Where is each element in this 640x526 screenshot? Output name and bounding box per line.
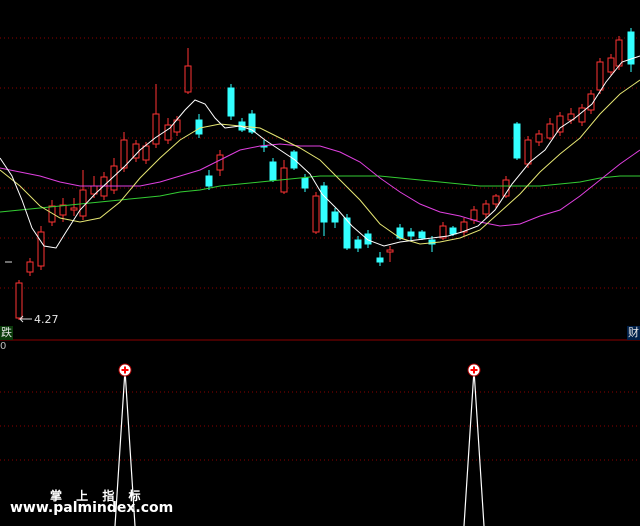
candle-body: [120, 139, 128, 169]
candle-body: [216, 154, 224, 171]
candle-body: [354, 239, 362, 249]
left-tag: 跌: [0, 326, 13, 340]
candle-body: [59, 204, 67, 216]
candle-body: [607, 57, 615, 73]
candle-body: [195, 119, 203, 135]
candlestick-series: [15, 28, 635, 320]
candle-body: [290, 151, 298, 169]
candle-body: [492, 195, 500, 205]
candle-body: [376, 257, 384, 263]
candle-body: [386, 249, 394, 253]
candle-body: [331, 211, 339, 223]
candle-body: [301, 177, 309, 189]
low-price-label: 4.27: [34, 313, 59, 326]
candle-body: [184, 65, 192, 93]
candle-body: [142, 145, 150, 161]
indicator-corner-label: 0: [0, 341, 7, 352]
candle-body: [596, 61, 604, 91]
watermark-url: www.palmindex.com: [10, 500, 174, 516]
candle-body: [364, 233, 372, 245]
candle-body: [470, 209, 478, 221]
candle-body: [26, 261, 34, 273]
candle-body: [449, 227, 457, 235]
candle-body: [556, 115, 564, 133]
chart-gridlines: [0, 37, 640, 461]
candle-body: [312, 195, 320, 233]
moving-average-yellow: [0, 79, 640, 245]
candle-body: [615, 39, 623, 67]
right-tag: 财: [627, 326, 640, 340]
candle-body: [546, 123, 554, 139]
candle-body: [15, 282, 23, 319]
candle-body: [482, 203, 490, 215]
candle-body: [524, 139, 532, 165]
candle-body: [513, 123, 521, 159]
candle-body: [37, 231, 45, 267]
candle-body: [269, 161, 277, 181]
candle-body: [535, 133, 543, 143]
candle-body: [227, 87, 235, 117]
moving-average-magenta: [0, 143, 640, 227]
stock-chart: [0, 28, 640, 526]
candle-body: [205, 175, 213, 187]
candle-body: [320, 185, 328, 223]
candle-body: [407, 231, 415, 237]
candle-body: [70, 207, 78, 211]
signal-spike: [463, 369, 485, 526]
candle-body: [418, 231, 426, 239]
